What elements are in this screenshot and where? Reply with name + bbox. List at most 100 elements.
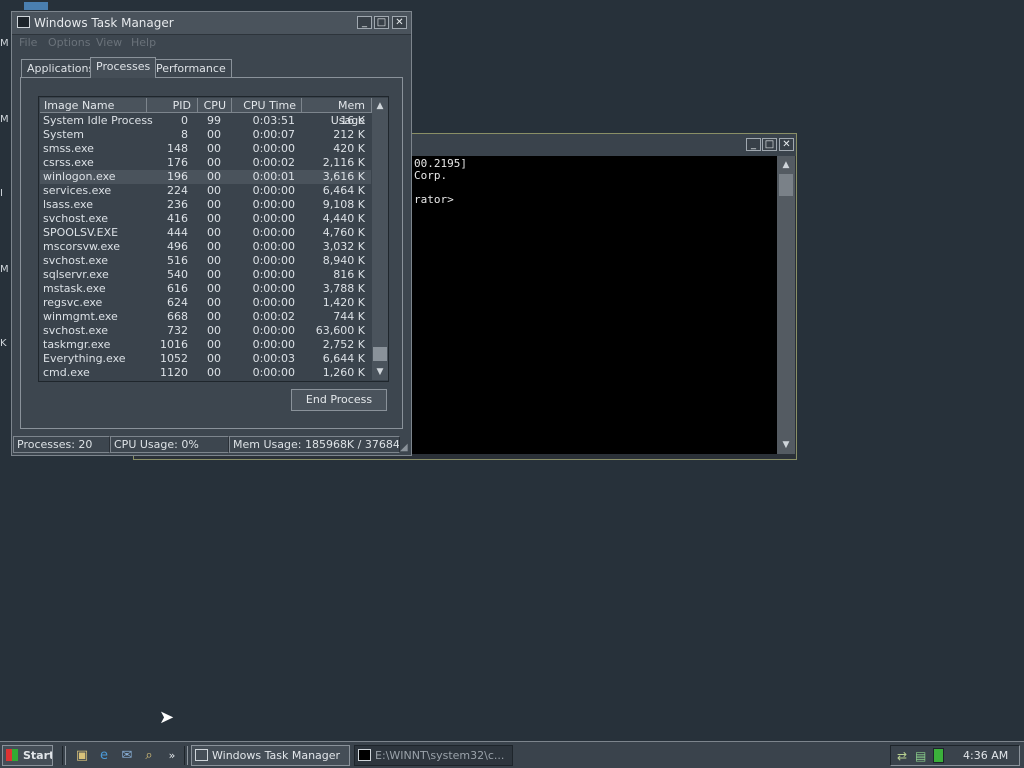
process-row[interactable]: winlogon.exe 196 00 0:00:01 3,616 K (40, 170, 371, 184)
process-pid: 444 (167, 226, 188, 239)
explorer-icon[interactable]: ⌕ (141, 748, 157, 764)
process-row[interactable]: SPOOLSV.EXE 444 00 0:00:00 4,760 K (40, 226, 371, 240)
process-row[interactable]: mscorsvw.exe 496 00 0:00:00 3,032 K (40, 240, 371, 254)
close-button[interactable]: ✕ (779, 138, 794, 151)
task-manager-icon (195, 749, 208, 761)
process-mem-usage: 816 K (333, 268, 365, 281)
process-cpu-time: 0:00:00 (252, 240, 295, 253)
internet-explorer-icon[interactable]: e (96, 748, 112, 764)
menu-file[interactable]: File (19, 36, 37, 49)
tab-processes[interactable]: Processes (90, 57, 157, 78)
sql-server-icon[interactable]: ▤ (915, 749, 926, 763)
process-row[interactable]: lsass.exe 236 00 0:00:00 9,108 K (40, 198, 371, 212)
show-desktop-icon[interactable]: ▣ (74, 748, 90, 764)
process-cpu-time: 0:00:00 (252, 338, 295, 351)
resize-grip-icon[interactable]: ◢ (400, 442, 408, 453)
process-pid: 516 (167, 254, 188, 267)
scroll-thumb[interactable] (373, 347, 387, 361)
maximize-button[interactable]: □ (762, 138, 777, 151)
process-row[interactable]: Everything.exe 1052 00 0:00:03 6,644 K (40, 352, 371, 366)
console-output[interactable]: 00.2195] Corp. rator> (412, 156, 777, 454)
process-row[interactable]: System Idle Process 0 99 0:03:51 16 K (40, 114, 371, 128)
process-name: Everything.exe (43, 352, 126, 365)
process-cpu-time: 0:00:00 (252, 212, 295, 225)
process-name: System Idle Process (43, 114, 153, 127)
process-cpu-time: 0:03:51 (252, 114, 295, 127)
process-list-scrollbar[interactable]: ▲ ▼ (372, 98, 388, 380)
process-row[interactable]: services.exe 224 00 0:00:00 6,464 K (40, 184, 371, 198)
process-row[interactable]: taskmgr.exe 1016 00 0:00:00 2,752 K (40, 338, 371, 352)
process-pid: 1016 (160, 338, 188, 351)
scroll-thumb[interactable] (779, 174, 793, 196)
taskbar: Start ▣ e ✉ ⌕ » Windows Task Manager E:\… (0, 741, 1024, 768)
process-row[interactable]: mstask.exe 616 00 0:00:00 3,788 K (40, 282, 371, 296)
scroll-down-arrow-icon[interactable]: ▼ (372, 364, 388, 380)
process-row[interactable]: smss.exe 148 00 0:00:00 420 K (40, 142, 371, 156)
process-row[interactable]: regsvc.exe 624 00 0:00:00 1,420 K (40, 296, 371, 310)
close-button[interactable]: ✕ (392, 16, 407, 29)
tab-performance[interactable]: Performance (150, 59, 232, 77)
column-header-pid[interactable]: PID (147, 98, 198, 113)
end-process-button[interactable]: End Process (291, 389, 387, 411)
scroll-down-arrow-icon[interactable]: ▼ (778, 437, 794, 453)
process-row[interactable]: svchost.exe 516 00 0:00:00 8,940 K (40, 254, 371, 268)
process-cpu: 00 (207, 170, 221, 183)
process-name: SPOOLSV.EXE (43, 226, 119, 239)
process-name: services.exe (43, 184, 112, 197)
quick-launch-separator (62, 746, 66, 765)
scroll-up-arrow-icon[interactable]: ▲ (372, 98, 388, 114)
scroll-up-arrow-icon[interactable]: ▲ (778, 157, 794, 173)
menu-bar: File Options View Help (12, 35, 411, 51)
network-icon[interactable]: ⇄ (897, 749, 907, 763)
process-row[interactable]: svchost.exe 416 00 0:00:00 4,440 K (40, 212, 371, 226)
process-cpu-time: 0:00:00 (252, 268, 295, 281)
process-cpu-time: 0:00:00 (252, 296, 295, 309)
menu-options[interactable]: Options (48, 36, 90, 49)
tab-applications[interactable]: Applications (21, 59, 101, 77)
taskbar-item-task-manager[interactable]: Windows Task Manager (191, 745, 350, 766)
desktop-icon[interactable] (24, 2, 48, 10)
process-cpu-time: 0:00:02 (252, 156, 295, 169)
start-button[interactable]: Start (2, 745, 53, 766)
process-cpu: 00 (207, 254, 221, 267)
outlook-icon[interactable]: ✉ (119, 748, 135, 764)
volume-icon[interactable] (933, 748, 944, 763)
process-row[interactable]: sqlservr.exe 540 00 0:00:00 816 K (40, 268, 371, 282)
process-mem-usage: 8,940 K (322, 254, 365, 267)
command-prompt-icon (358, 749, 371, 761)
process-pid: 148 (167, 142, 188, 155)
minimize-button[interactable]: _ (746, 138, 761, 151)
process-row[interactable]: System 8 00 0:00:07 212 K (40, 128, 371, 142)
title-bar[interactable]: Windows Task Manager _ □ ✕ (12, 12, 411, 35)
process-cpu-time: 0:00:00 (252, 184, 295, 197)
taskbar-item-console[interactable]: E:\WINNT\system32\c... (354, 745, 513, 766)
process-cpu: 00 (207, 184, 221, 197)
process-list[interactable]: Image Name PID CPU CPU Time Mem Usage Sy… (38, 96, 389, 382)
process-row[interactable]: svchost.exe 732 00 0:00:00 63,600 K (40, 324, 371, 338)
process-cpu: 00 (207, 324, 221, 337)
process-name: sqlservr.exe (43, 268, 109, 281)
column-header-cpu-time[interactable]: CPU Time (232, 98, 302, 113)
maximize-button[interactable]: □ (374, 16, 389, 29)
process-cpu: 00 (207, 366, 221, 379)
process-pid: 1052 (160, 352, 188, 365)
process-pid: 616 (167, 282, 188, 295)
column-header-image-name[interactable]: Image Name (40, 98, 147, 113)
menu-view[interactable]: View (96, 36, 122, 49)
column-header-mem-usage[interactable]: Mem Usage (302, 98, 372, 127)
column-header-cpu[interactable]: CPU (198, 98, 232, 113)
process-name: mstask.exe (43, 282, 106, 295)
process-row[interactable]: csrss.exe 176 00 0:00:02 2,116 K (40, 156, 371, 170)
status-processes: Processes: 20 (13, 436, 110, 453)
clock[interactable]: 4:36 AM (963, 749, 1008, 762)
menu-help[interactable]: Help (131, 36, 156, 49)
process-mem-usage: 1,420 K (322, 296, 365, 309)
chevron-more-icon[interactable]: » (164, 748, 180, 764)
process-row[interactable]: winmgmt.exe 668 00 0:00:02 744 K (40, 310, 371, 324)
task-manager-window[interactable]: Windows Task Manager _ □ ✕ File Options … (11, 11, 412, 456)
process-row[interactable]: cmd.exe 1120 00 0:00:00 1,260 K (40, 366, 371, 380)
process-mem-usage: 9,108 K (322, 198, 365, 211)
minimize-button[interactable]: _ (357, 16, 372, 29)
process-mem-usage: 2,752 K (322, 338, 365, 351)
console-scrollbar[interactable]: ▲ ▼ (777, 156, 795, 454)
